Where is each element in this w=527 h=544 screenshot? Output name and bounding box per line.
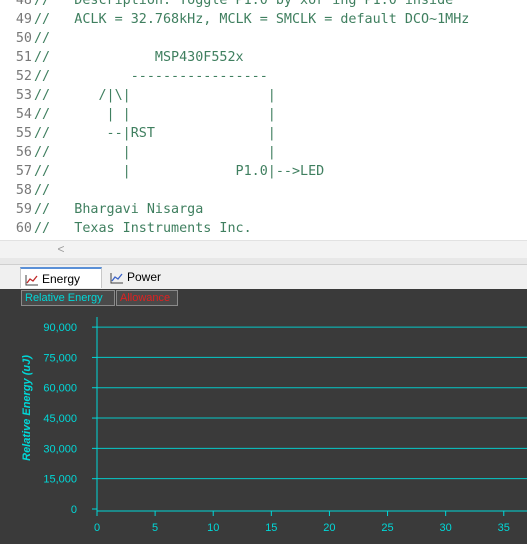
power-chart-icon	[110, 272, 123, 284]
code-line[interactable]: 53// /|\| |	[0, 86, 527, 105]
code-line[interactable]: 58//	[0, 181, 527, 200]
x-tick-label: 0	[94, 522, 100, 534]
line-number: 57	[15, 164, 32, 179]
y-tick-label: 75,000	[43, 352, 77, 364]
x-tick-label: 20	[323, 522, 335, 534]
line-text: //	[34, 31, 51, 46]
code-line[interactable]: 48// Description: Toggle P1.0 by xor'ing…	[0, 0, 527, 10]
scroll-left-icon[interactable]: <	[54, 242, 68, 256]
y-axis-label: Relative Energy (uJ)	[21, 355, 33, 461]
code-line[interactable]: 51// MSP430F552x	[0, 48, 527, 67]
energy-chart: 0 15,000 30,000 45,000 60,000 75,000 90,000 0 5 1…	[21, 317, 527, 534]
line-number: 59	[15, 202, 32, 217]
line-number: 58	[15, 183, 32, 198]
energy-chart-panel: Relative Energy Allowance 0 15,000 30,000 4…	[0, 289, 527, 544]
view-tab-bar: Energy✕ Power	[0, 264, 527, 307]
y-tick-label: 90,000	[43, 322, 77, 334]
line-number: 60	[15, 221, 32, 236]
code-editor[interactable]: 48// Description: Toggle P1.0 by xor'ing…	[0, 0, 527, 240]
code-line[interactable]: 49// ACLK = 32.768kHz, MCLK = SMCLK = de…	[0, 10, 527, 29]
tab-power-label: Power	[127, 270, 162, 284]
x-tick-label: 35	[498, 522, 510, 534]
line-text: // Description: Toggle P1.0 by xor'ing P…	[34, 0, 454, 8]
line-text: // -----------------	[34, 69, 268, 84]
code-line[interactable]: 54// | | |	[0, 105, 527, 124]
line-number: 51	[15, 50, 32, 65]
line-number: 54	[15, 107, 32, 122]
code-line[interactable]: 57// | P1.0|-->LED	[0, 162, 527, 181]
line-number: 49	[15, 12, 32, 27]
tab-relative-energy-label: Relative Energy	[25, 292, 103, 304]
line-text: // | |	[34, 145, 276, 160]
line-number: 56	[15, 145, 32, 160]
x-tick-label: 30	[440, 522, 452, 534]
tab-energy[interactable]: Energy✕	[20, 267, 102, 307]
tab-allowance-label: Allowance	[120, 292, 171, 304]
line-number: 50	[15, 31, 32, 46]
tab-power[interactable]: Power	[106, 267, 172, 288]
line-number: 53	[15, 88, 32, 103]
code-line[interactable]: 59// Bhargavi Nisarga	[0, 200, 527, 219]
x-tick-label: 10	[207, 522, 219, 534]
x-tick-label: 25	[381, 522, 393, 534]
line-text: // /|\| |	[34, 88, 276, 103]
tab-allowance[interactable]: Allowance	[116, 290, 178, 306]
x-tick-label: 5	[152, 522, 158, 534]
y-tick-label: 0	[71, 504, 77, 516]
code-line[interactable]: 56// | |	[0, 143, 527, 162]
line-number: 48	[15, 0, 32, 8]
y-tick-label: 60,000	[43, 383, 77, 395]
x-tick-label: 15	[265, 522, 277, 534]
energy-chart-icon	[25, 274, 38, 286]
line-text: // | | |	[34, 107, 276, 122]
y-tick-label: 15,000	[43, 474, 77, 486]
line-text: // --|RST |	[34, 126, 276, 141]
line-text: // | P1.0|-->LED	[34, 164, 325, 179]
code-line[interactable]: 52// -----------------	[0, 67, 527, 86]
horizontal-scrollbar[interactable]: <	[0, 240, 527, 258]
tab-relative-energy[interactable]: Relative Energy	[21, 290, 115, 306]
line-text: // MSP430F552x	[34, 50, 244, 65]
line-text: //	[34, 183, 51, 198]
code-line[interactable]: 60// Texas Instruments Inc.	[0, 219, 527, 238]
line-text: // Bhargavi Nisarga	[34, 202, 204, 217]
code-line[interactable]: 55// --|RST |	[0, 124, 527, 143]
line-number: 52	[15, 69, 32, 84]
y-tick-label: 30,000	[43, 443, 77, 455]
y-tick-label: 45,000	[43, 413, 77, 425]
tab-energy-label: Energy	[42, 272, 81, 286]
code-line[interactable]: 50//	[0, 29, 527, 48]
line-number: 55	[15, 126, 32, 141]
line-text: // ACLK = 32.768kHz, MCLK = SMCLK = defa…	[34, 12, 470, 27]
line-text: // Texas Instruments Inc.	[34, 221, 252, 236]
